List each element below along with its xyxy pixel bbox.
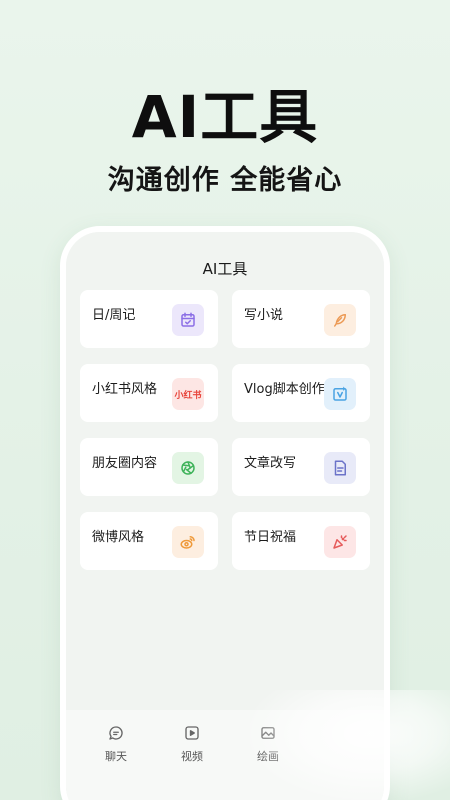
tool-card-greetings[interactable]: 节日祝福 xyxy=(232,512,370,570)
hero-title: AI工具 xyxy=(131,83,319,151)
bottom-tab-bar: 聊天 视频 绘画 xyxy=(66,710,384,800)
tool-card-vlog[interactable]: Vlog脚本创作 xyxy=(232,364,370,422)
tool-card-rewrite[interactable]: 文章改写 xyxy=(232,438,370,496)
tab-label: 绘画 xyxy=(257,750,279,763)
tab-label: 聊天 xyxy=(105,750,127,763)
chat-bubble-icon xyxy=(109,726,123,740)
tool-label: 微博风格 xyxy=(92,530,145,545)
phone-mockup: AI工具 日/周记 写小说 小红书风格 小红书 Vlog脚本创作 朋友圈内容 文… xyxy=(60,226,390,800)
tool-label: 小红书风格 xyxy=(92,382,158,397)
party-popper-icon xyxy=(324,526,356,558)
document-icon xyxy=(324,452,356,484)
tool-card-moments[interactable]: 朋友圈内容 xyxy=(80,438,218,496)
image-icon xyxy=(261,727,275,739)
tab-label: 视频 xyxy=(181,750,203,763)
tool-card-xiaohongshu[interactable]: 小红书风格 小红书 xyxy=(80,364,218,422)
tool-label: 文章改写 xyxy=(244,456,297,471)
tool-label: 朋友圈内容 xyxy=(92,456,158,471)
weibo-logo-icon xyxy=(172,526,204,558)
calendar-check-icon xyxy=(172,304,204,336)
moments-shutter-icon xyxy=(172,452,204,484)
hero-subtitle: 沟通创作 全能省心 xyxy=(107,165,343,196)
xiaohongshu-logo-icon: 小红书 xyxy=(172,378,204,410)
video-play-icon xyxy=(185,726,199,740)
screen-title: AI工具 xyxy=(202,260,248,278)
tab-video[interactable]: 视频 xyxy=(162,724,222,764)
tool-label: 写小说 xyxy=(244,308,284,323)
tool-card-diary[interactable]: 日/周记 xyxy=(80,290,218,348)
vlog-video-icon xyxy=(324,378,356,410)
tool-label: 日/周记 xyxy=(92,308,136,323)
tool-label: 节日祝福 xyxy=(244,530,297,545)
phone-screen: AI工具 日/周记 写小说 小红书风格 小红书 Vlog脚本创作 朋友圈内容 文… xyxy=(66,232,384,800)
tool-card-weibo[interactable]: 微博风格 xyxy=(80,512,218,570)
feather-pen-icon xyxy=(324,304,356,336)
tab-chat[interactable]: 聊天 xyxy=(86,724,146,764)
tool-card-novel[interactable]: 写小说 xyxy=(232,290,370,348)
tool-label: Vlog脚本创作 xyxy=(244,382,325,397)
tab-painting[interactable]: 绘画 xyxy=(238,724,298,764)
